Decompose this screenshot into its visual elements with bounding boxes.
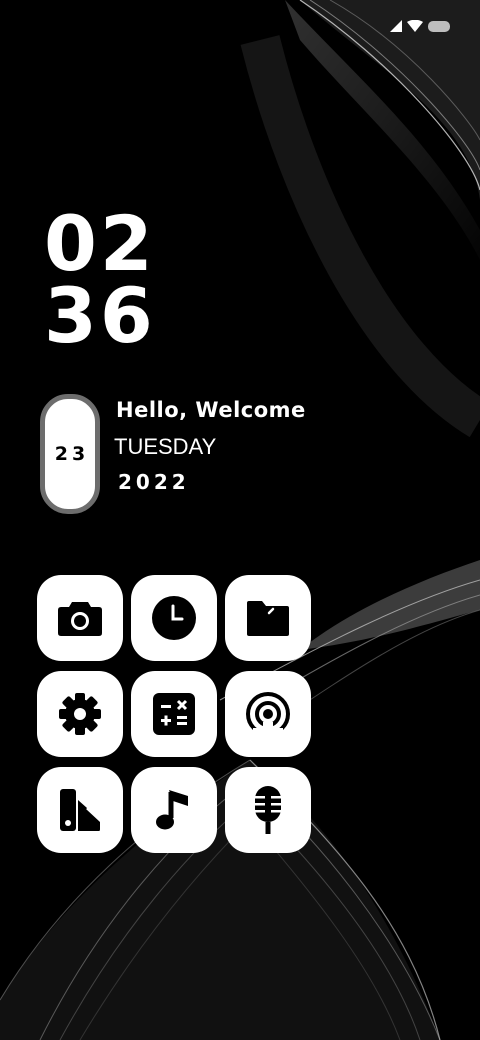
battery-icon: [428, 20, 450, 32]
clock-app[interactable]: [131, 575, 217, 661]
home-screen: 02 36 23 Hello, Welcome TUESDAY 2022: [0, 0, 480, 1040]
files-app[interactable]: [225, 575, 311, 661]
theme-store-icon: [60, 789, 100, 831]
calculator-app[interactable]: [131, 671, 217, 757]
date-day-pill: 23: [40, 394, 100, 514]
podcast-app[interactable]: [225, 671, 311, 757]
camera-app[interactable]: [37, 575, 123, 661]
year-text: 2022: [118, 470, 190, 494]
clock-minute: 36: [44, 271, 156, 360]
camera-icon: [58, 602, 102, 636]
greeting-text: Hello, Welcome: [116, 398, 306, 422]
weekday-text: TUESDAY: [114, 434, 217, 459]
clock-icon: [152, 596, 196, 640]
app-grid: [37, 575, 311, 853]
settings-app[interactable]: [37, 671, 123, 757]
clock-hour: 02: [44, 199, 156, 288]
date-day: 23: [54, 443, 90, 465]
signal-icon: [390, 20, 402, 32]
music-app[interactable]: [131, 767, 217, 853]
voice-recorder-icon: [255, 786, 281, 834]
podcast-icon: [246, 692, 290, 738]
folder-icon: [247, 601, 289, 636]
wallpaper: [0, 0, 480, 1040]
settings-icon: [59, 693, 101, 735]
theme-store-app[interactable]: [37, 767, 123, 853]
clock-widget[interactable]: 02 36: [44, 199, 156, 360]
status-bar: [390, 20, 450, 32]
voice-recorder-app[interactable]: [225, 767, 311, 853]
wifi-icon: [407, 20, 423, 32]
calculator-icon: [153, 693, 195, 735]
music-icon: [156, 790, 188, 830]
